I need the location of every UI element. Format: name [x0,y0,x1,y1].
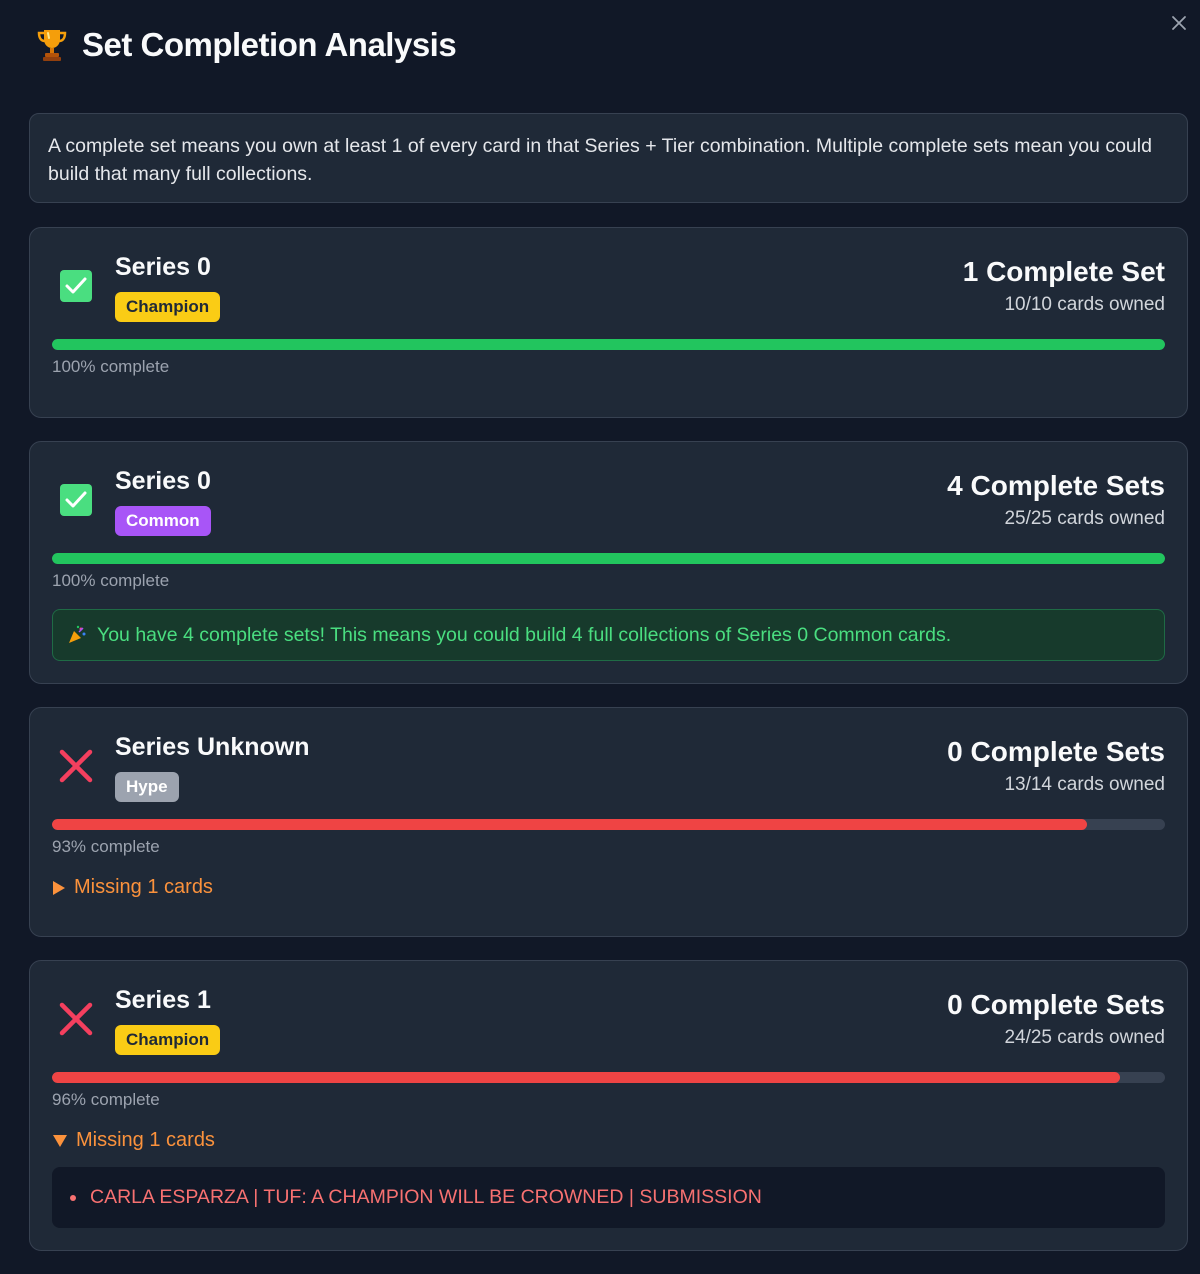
complete-sets-count: 1 Complete Set [962,256,1165,287]
progress-fill [52,339,1165,350]
close-button[interactable] [1168,12,1190,34]
set-card: Series 0 Champion 1 Complete Set 10/10 c… [29,227,1188,418]
tier-badge: Champion [115,1025,221,1055]
modal-header: Set Completion Analysis [36,26,457,64]
percent-complete: 96% complete [52,1090,160,1109]
progress-bar [52,1072,1165,1083]
celebration-banner: You have 4 complete sets! This means you… [52,609,1165,661]
missing-cards-label: Missing 1 cards [76,1129,215,1151]
progress-bar [52,553,1165,564]
series-name: Series Unknown [115,733,310,761]
info-text: A complete set means you own at least 1 … [48,135,1152,185]
tier-badge: Champion [115,292,221,322]
progress-fill [52,553,1165,564]
missing-cards-label: Missing 1 cards [74,876,213,898]
party-popper-icon [69,625,86,643]
series-name: Series 0 [115,253,211,281]
complete-sets-count: 0 Complete Sets [947,736,1165,767]
cross-icon [59,749,93,783]
set-card: Series 1 Champion 0 Complete Sets 24/25 … [29,960,1188,1251]
close-icon [1172,16,1186,30]
checkmark-icon [60,484,92,516]
missing-card-item: CARLA ESPARZA | TUF: A CHAMPION WILL BE … [90,1186,762,1208]
percent-complete: 100% complete [52,357,170,376]
cards-owned: 13/14 cards owned [1004,774,1165,795]
missing-cards-toggle[interactable]: Missing 1 cards [52,876,213,899]
caret-right-icon [53,880,65,895]
cards-owned: 24/25 cards owned [1004,1027,1165,1048]
percent-complete: 93% complete [52,837,160,856]
celebration-text: You have 4 complete sets! This means you… [97,623,952,646]
progress-fill [52,1072,1121,1083]
trophy-icon [37,30,67,61]
page-title: Set Completion Analysis [82,26,457,63]
complete-sets-count: 0 Complete Sets [947,989,1165,1020]
checkmark-icon [60,270,92,302]
cross-icon [59,1002,93,1036]
complete-sets-count: 4 Complete Sets [947,470,1165,501]
progress-bar [52,339,1165,350]
set-card: Series Unknown Hype 0 Complete Sets 13/1… [29,707,1188,937]
tier-badge: Hype [115,772,179,802]
progress-bar [52,819,1165,830]
progress-fill [52,819,1088,830]
tier-badge: Common [115,506,211,536]
caret-down-icon [53,1134,67,1147]
cards-owned: 25/25 cards owned [1004,508,1165,529]
series-name: Series 0 [115,467,211,495]
missing-cards-list: CARLA ESPARZA | TUF: A CHAMPION WILL BE … [52,1167,1165,1228]
cards-owned: 10/10 cards owned [1004,294,1165,315]
missing-cards-toggle[interactable]: Missing 1 cards [52,1129,215,1152]
series-name: Series 1 [115,986,211,1014]
list-bullet [70,1194,76,1201]
info-box: A complete set means you own at least 1 … [29,113,1188,203]
set-card: Series 0 Common 4 Complete Sets 25/25 ca… [29,441,1188,684]
percent-complete: 100% complete [52,571,170,590]
